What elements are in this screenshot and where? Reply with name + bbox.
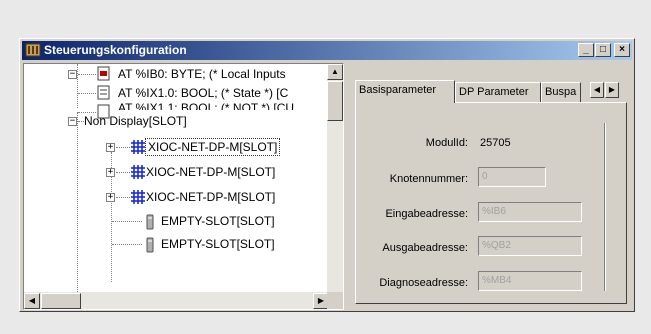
expand-toggle[interactable]: − bbox=[68, 70, 77, 79]
diagnoseadresse-field[interactable]: %MB4 bbox=[478, 271, 582, 291]
network-module-icon bbox=[131, 140, 145, 154]
variable-bool-icon bbox=[97, 85, 110, 100]
expand-toggle[interactable]: + bbox=[106, 143, 115, 152]
tab-busparameter[interactable]: Buspa bbox=[541, 82, 581, 102]
window-title: Steuerungskonfiguration bbox=[44, 43, 187, 57]
tree-guide-line bbox=[77, 112, 78, 292]
tree-node-label[interactable]: XIOC-NET-DP-M[SLOT] bbox=[146, 188, 275, 206]
tab-basisparameter[interactable]: Basisparameter bbox=[355, 80, 455, 103]
tree-connector bbox=[78, 93, 96, 94]
screenshot-background: Steuerungskonfiguration _ □ × − AT %IB0:… bbox=[0, 0, 651, 334]
tree-vertical-scrollbar[interactable]: ▲ bbox=[327, 64, 343, 292]
tree-horizontal-scrollbar[interactable]: ◀ ▶ bbox=[24, 292, 329, 309]
tree-guide-line bbox=[77, 64, 78, 108]
scroll-left-button[interactable]: ◀ bbox=[24, 293, 40, 309]
config-window: Steuerungskonfiguration _ □ × − AT %IB0:… bbox=[19, 38, 635, 312]
eingabeadresse-field[interactable]: %IB6 bbox=[478, 202, 582, 222]
panel-divider bbox=[604, 123, 606, 291]
variable-byte-icon bbox=[97, 66, 110, 81]
app-config-icon bbox=[25, 43, 41, 57]
knotennummer-field[interactable]: 0 bbox=[478, 167, 546, 187]
tab-scroll-left-button[interactable]: ◀ bbox=[590, 82, 604, 98]
scroll-thumb[interactable] bbox=[327, 81, 343, 121]
tree-connector bbox=[112, 221, 142, 222]
tree-node-label[interactable]: AT %IB0: BYTE; (* Local Inputs bbox=[118, 65, 286, 83]
minimize-button[interactable]: _ bbox=[578, 43, 594, 57]
tab-scroll-right-button[interactable]: ▶ bbox=[605, 82, 619, 98]
tab-dp-parameter[interactable]: DP Parameter bbox=[455, 82, 541, 102]
tree-connector bbox=[116, 172, 130, 173]
properties-pane: Basisparameter DP Parameter Buspa ◀ ▶ Mo… bbox=[350, 63, 633, 310]
tab-content-basisparameter: ModulId: 25705 Knotennummer: 0 Eingabead… bbox=[355, 102, 627, 304]
collapse-toggle[interactable]: − bbox=[68, 117, 77, 126]
modulid-label: ModulId: bbox=[425, 137, 468, 149]
tree-node-label[interactable]: EMPTY-SLOT[SLOT] bbox=[161, 235, 275, 253]
empty-slot-icon bbox=[146, 237, 154, 253]
tree-connector bbox=[116, 197, 130, 198]
tree-node-label[interactable]: XIOC-NET-DP-M[SLOT] bbox=[146, 163, 275, 181]
scroll-up-button[interactable]: ▲ bbox=[327, 64, 343, 80]
expand-toggle[interactable]: + bbox=[106, 168, 115, 177]
diagnoseadresse-label: Diagnoseadresse: bbox=[379, 277, 468, 289]
tree-connector bbox=[116, 147, 130, 148]
scroll-corner bbox=[327, 292, 343, 309]
tree-node-label[interactable]: Non Display[SLOT] bbox=[84, 112, 187, 130]
tree-node-label[interactable]: AT %IX1.1: BOOL; (* NOT *) [CU bbox=[118, 102, 294, 110]
close-button[interactable]: × bbox=[614, 43, 630, 57]
expand-toggle[interactable]: + bbox=[106, 193, 115, 202]
tree-node-label[interactable]: EMPTY-SLOT[SLOT] bbox=[161, 212, 275, 230]
tree-connector bbox=[112, 244, 142, 245]
tree-content: − AT %IB0: BYTE; (* Local Inputs AT %IX1… bbox=[24, 64, 329, 292]
scroll-thumb[interactable] bbox=[41, 293, 81, 309]
empty-slot-icon bbox=[146, 214, 154, 230]
network-module-icon bbox=[131, 190, 145, 204]
maximize-button[interactable]: □ bbox=[595, 43, 611, 57]
eingabeadresse-label: Eingabeadresse: bbox=[385, 208, 468, 220]
modulid-value: 25705 bbox=[480, 137, 511, 149]
tree-node-label[interactable]: AT %IX1.0: BOOL; (* State *) [C bbox=[118, 84, 288, 102]
ausgabeadresse-field[interactable]: %QB2 bbox=[478, 236, 582, 256]
pane-splitter[interactable] bbox=[345, 63, 349, 310]
tree-connector bbox=[78, 74, 96, 75]
tree-node-label-selected[interactable]: XIOC-NET-DP-M[SLOT] bbox=[145, 138, 281, 156]
title-bar[interactable]: Steuerungskonfiguration _ □ × bbox=[22, 41, 632, 60]
ausgabeadresse-label: Ausgabeadresse: bbox=[382, 242, 468, 254]
knotennummer-label: Knotennummer: bbox=[389, 173, 468, 185]
config-tree[interactable]: − AT %IB0: BYTE; (* Local Inputs AT %IX1… bbox=[23, 63, 344, 310]
network-module-icon bbox=[131, 165, 145, 179]
